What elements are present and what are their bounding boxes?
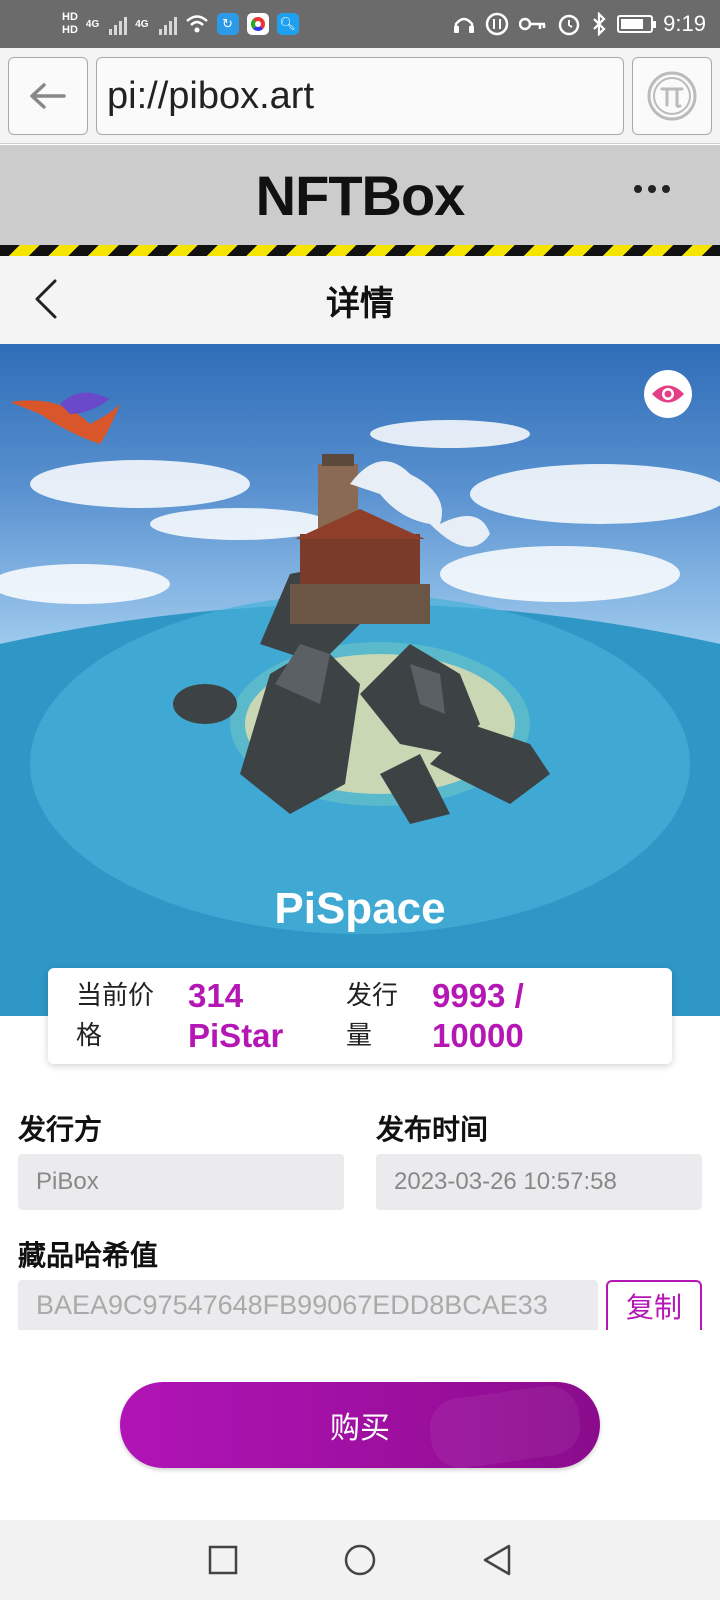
app-header: NFTBox: [0, 145, 720, 245]
more-options-icon[interactable]: [634, 185, 670, 193]
hazard-stripe-divider: [0, 245, 720, 256]
battery-icon: [617, 15, 657, 33]
wifi-icon: [185, 15, 208, 33]
app-title: NFTBox: [255, 163, 466, 227]
buy-button[interactable]: 购买: [120, 1382, 600, 1468]
copy-button[interactable]: 复制: [606, 1280, 702, 1330]
supply-label: 发行量: [346, 981, 399, 1051]
hash-label: 藏品哈希值: [18, 1239, 159, 1272]
button-decoration: [425, 1382, 585, 1468]
eye-icon: [652, 385, 684, 403]
data-saver-icon: [485, 12, 509, 36]
home-icon[interactable]: [343, 1543, 377, 1577]
browser-toolbar: pi://pibox.art: [0, 48, 720, 144]
chevron-left-icon: [35, 279, 57, 319]
app-notification-icon: ↻: [216, 13, 239, 35]
signal-2-icon: [158, 13, 177, 35]
system-navigation-bar: [0, 1520, 720, 1600]
buy-button-label: 购买: [330, 1411, 390, 1446]
page-nav-bar: 详情: [0, 256, 720, 344]
issuer-field: PiBox: [18, 1154, 344, 1210]
back-button[interactable]: [26, 276, 66, 322]
supply-value: 9993 / 10000: [432, 977, 524, 1054]
issuer-label: 发行方: [18, 1113, 103, 1146]
bluetooth-icon: [593, 12, 606, 36]
view-3d-button[interactable]: [644, 370, 692, 418]
alarm-icon: [558, 14, 580, 36]
price-supply-card: 当前价格 314 PiStar 发行量 9993 / 10000: [48, 968, 672, 1064]
headphones-icon: [454, 17, 475, 33]
pi-browser-button[interactable]: [632, 57, 712, 135]
network-type-2: 4G: [135, 18, 149, 30]
page-title: 详情: [326, 283, 394, 324]
status-bar: HD HD 4G 4G ↻ 🔍︎ 9:19: [0, 0, 720, 48]
release-time-field: 2023-03-26 10:57:58: [376, 1154, 702, 1210]
nft-name: PiSpace: [274, 884, 446, 933]
color-app-notification-icon: [246, 13, 269, 35]
pi-logo-icon: [647, 71, 697, 121]
nft-artwork: PiSpace: [0, 344, 720, 1016]
clock: 9:19: [663, 11, 706, 36]
key-icon: [519, 17, 546, 31]
network-type-1: 4G: [85, 18, 100, 30]
signal-1-icon: [109, 13, 128, 35]
recent-apps-icon[interactable]: [207, 1544, 239, 1576]
release-time-label: 发布时间: [376, 1113, 489, 1146]
hd-indicator: HD HD: [62, 11, 78, 36]
hash-field: BAEA9C97547648FB99067EDD8BCAE33: [18, 1280, 598, 1330]
url-field[interactable]: pi://pibox.art: [96, 57, 624, 135]
browser-back-button[interactable]: [8, 57, 88, 135]
search-app-notification-icon: 🔍︎: [276, 13, 299, 35]
price-label: 当前价格: [76, 981, 155, 1051]
back-triangle-icon[interactable]: [481, 1543, 513, 1577]
price-value: 314 PiStar: [188, 977, 284, 1054]
arrow-left-icon: [30, 83, 66, 109]
